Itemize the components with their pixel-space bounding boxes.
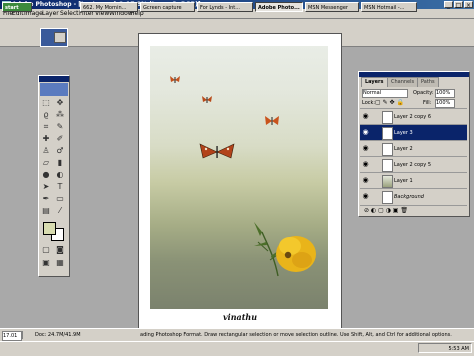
- lock-icons[interactable]: ▢ ✎ ✥ 🔒: [375, 99, 404, 107]
- status-message: ading Photoshop Format. Draw rectangular…: [140, 332, 452, 338]
- taskbar: [0, 341, 474, 356]
- taskbar-item[interactable]: MSN Messenger: [305, 2, 359, 12]
- shape-tool-icon[interactable]: ▭: [54, 193, 66, 204]
- start-button[interactable]: start: [2, 2, 32, 12]
- eye-icon[interactable]: ◉: [361, 191, 370, 201]
- blur-tool-icon[interactable]: ●: [40, 169, 52, 180]
- notes-tool-icon[interactable]: ▤: [40, 205, 52, 216]
- butterfly-small-left: [170, 76, 180, 83]
- photoshop-logo-icon[interactable]: [40, 83, 68, 96]
- layers-palette: Layers Channels Paths Normal Opacity: 10…: [358, 71, 470, 217]
- layer-name: Background: [394, 194, 424, 200]
- canvas-image[interactable]: [150, 46, 328, 309]
- lock-label: Lock:: [362, 100, 376, 106]
- lasso-tool-icon[interactable]: ϱ: [40, 109, 52, 120]
- taskbar-item[interactable]: 662. My Mornin...: [80, 2, 138, 12]
- full-screen-mode-icon[interactable]: ▦: [54, 257, 66, 268]
- divider: [22, 331, 23, 339]
- taskbar-clock: 5:53 AM: [418, 343, 472, 353]
- layer-thumbnail: [382, 143, 393, 156]
- slice-tool-icon[interactable]: ✎: [54, 121, 66, 132]
- layer-row[interactable]: ◉ Background: [360, 188, 467, 205]
- eye-icon[interactable]: ◉: [361, 111, 370, 121]
- poster-signature: vinathu: [223, 312, 258, 322]
- butterfly-small-center: [202, 96, 212, 103]
- taskbar-item[interactable]: MSN Hotmail -...: [361, 2, 417, 12]
- yellow-poppy-flower: [276, 236, 316, 272]
- healing-brush-tool-icon[interactable]: ✚: [40, 133, 52, 144]
- layer-row[interactable]: ◉ Layer 1: [360, 172, 467, 189]
- magic-wand-tool-icon[interactable]: ⁂: [54, 109, 66, 120]
- screen-mode-icon[interactable]: ▣: [40, 257, 52, 268]
- layer-name: Layer 1: [394, 178, 413, 184]
- taskbar-item-active[interactable]: Adobe Photo...: [255, 2, 303, 12]
- clone-stamp-tool-icon[interactable]: ♙: [40, 145, 52, 156]
- pen-tool-icon[interactable]: ✒: [40, 193, 52, 204]
- maximize-button[interactable]: □: [454, 1, 463, 9]
- taskbar-item[interactable]: Gcreen capture: [140, 2, 195, 12]
- marquee-preset-icon: [54, 32, 66, 43]
- tab-layers[interactable]: Layers: [361, 77, 388, 87]
- eye-icon[interactable]: ◉: [361, 159, 370, 169]
- type-tool-icon[interactable]: T: [54, 181, 66, 192]
- tool-preset-picker[interactable]: [40, 28, 68, 47]
- dodge-tool-icon[interactable]: ◐: [54, 169, 66, 180]
- eye-icon[interactable]: ◉: [361, 175, 370, 185]
- layer-name: Layer 2 copy 5: [394, 162, 432, 168]
- opacity-label: Opacity:: [413, 90, 434, 96]
- layer-row[interactable]: ◉ Layer 2: [360, 140, 467, 157]
- layer-actions-bar[interactable]: ⊘ ◐ ▢ ◑ ▣ 🗑: [360, 205, 467, 214]
- layer-thumbnail: [382, 159, 393, 172]
- status-bar: 17.01 % Doc: 24.7M/41.9M ading Photoshop…: [0, 328, 474, 347]
- move-tool-icon[interactable]: ✥: [54, 97, 66, 108]
- fill-label: Fill:: [423, 100, 432, 106]
- eyedropper-tool-icon[interactable]: ⁄: [54, 205, 66, 216]
- layer-name: Layer 2: [394, 146, 413, 152]
- history-brush-tool-icon[interactable]: ♂: [54, 145, 66, 156]
- minimize-button[interactable]: _: [444, 1, 453, 9]
- blend-mode-select[interactable]: Normal: [362, 89, 408, 98]
- eye-icon[interactable]: ◉: [361, 127, 370, 137]
- layer-row[interactable]: ◉ Layer 2 copy 6: [360, 108, 467, 125]
- fill-input[interactable]: 100%: [435, 99, 455, 108]
- layer-thumbnail: [382, 127, 393, 140]
- layer-row-selected[interactable]: ◉ Layer 3: [360, 124, 467, 141]
- quick-mask-mode-icon[interactable]: ◙: [54, 244, 66, 255]
- document-size[interactable]: Doc: 24.7M/41.9M: [35, 330, 81, 340]
- eraser-tool-icon[interactable]: ▱: [40, 157, 52, 168]
- eye-icon[interactable]: ◉: [361, 143, 370, 153]
- brush-tool-icon[interactable]: ✐: [54, 133, 66, 144]
- opacity-input[interactable]: 100%: [435, 89, 455, 98]
- tools-palette-header[interactable]: [39, 76, 69, 82]
- gradient-tool-icon[interactable]: ▮: [54, 157, 66, 168]
- path-selection-tool-icon[interactable]: ➤: [40, 181, 52, 192]
- standard-mode-icon[interactable]: ▢: [40, 244, 52, 255]
- foreground-color-swatch[interactable]: [43, 222, 56, 235]
- layer-name: Layer 3: [394, 130, 413, 136]
- layer-thumbnail: [382, 175, 393, 188]
- zoom-level-input[interactable]: 17.01 %: [2, 331, 22, 347]
- marquee-tool-icon[interactable]: ⬚: [40, 97, 52, 108]
- butterfly-right: [265, 116, 279, 125]
- layer-thumbnail: [382, 111, 393, 124]
- menu-layer[interactable]: Layer: [42, 9, 59, 18]
- poster-artwork: [170, 76, 316, 277]
- close-button[interactable]: ×: [464, 1, 473, 9]
- layer-row[interactable]: ◉ Layer 2 copy 5: [360, 156, 467, 173]
- layer-thumbnail: [382, 191, 393, 204]
- tab-channels[interactable]: Channels: [387, 77, 419, 87]
- taskbar-item[interactable]: For Lynds - Int...: [197, 2, 253, 12]
- crop-tool-icon[interactable]: ⌗: [40, 121, 52, 132]
- butterfly-large: [199, 143, 235, 159]
- layer-name: Layer 2 copy 6: [394, 114, 432, 120]
- menu-select[interactable]: Select: [60, 9, 79, 18]
- tab-paths[interactable]: Paths: [417, 77, 439, 87]
